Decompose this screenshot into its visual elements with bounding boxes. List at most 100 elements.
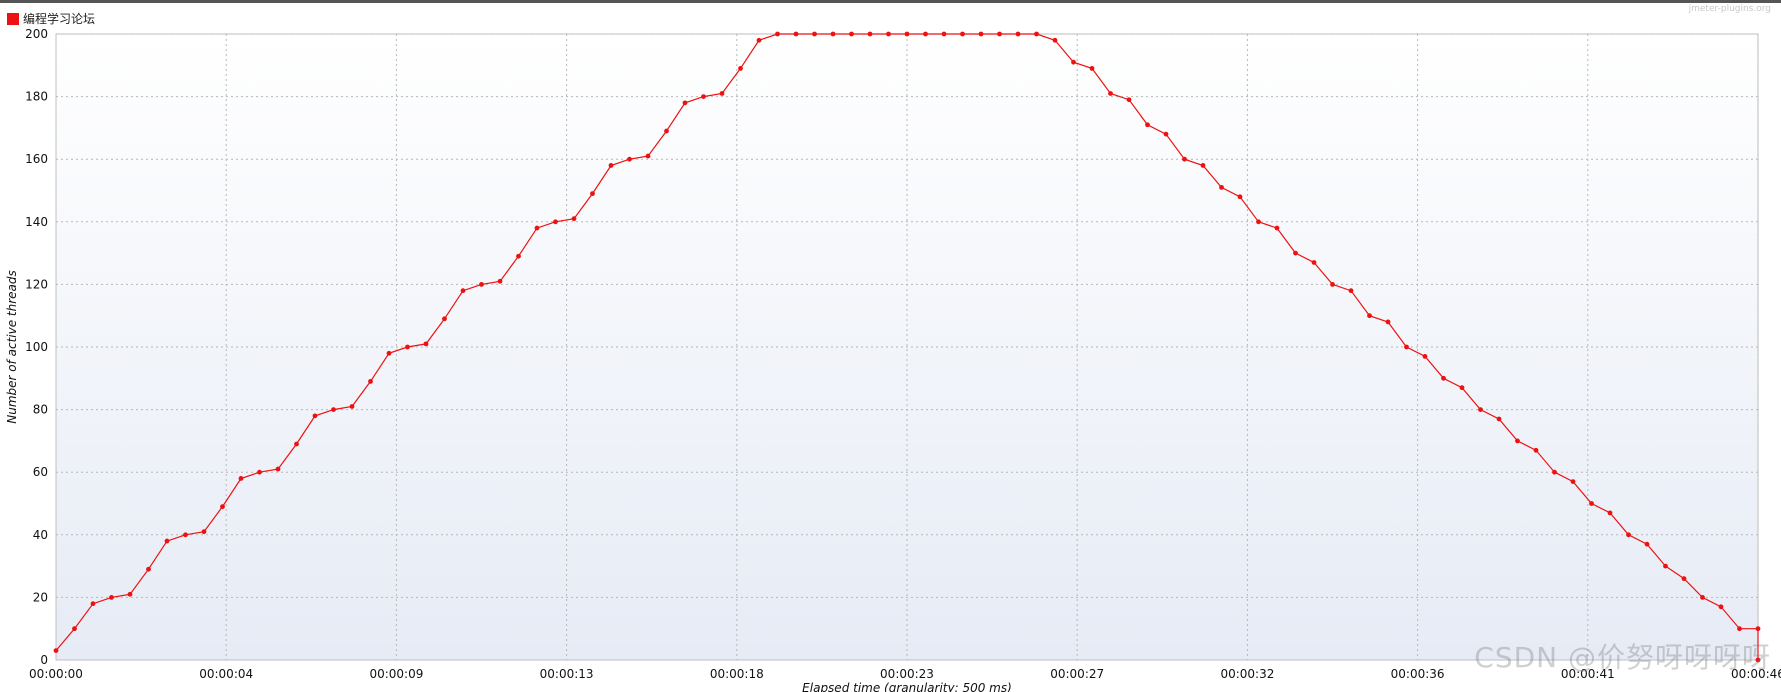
- data-point: [1237, 194, 1243, 200]
- data-point: [127, 591, 133, 597]
- x-tick-label: 00:00:04: [199, 667, 253, 681]
- data-point: [904, 31, 910, 37]
- data-point: [1626, 532, 1631, 538]
- data-point: [1607, 510, 1613, 516]
- data-point: [1552, 469, 1557, 475]
- data-point: [1681, 576, 1687, 582]
- data-point: [386, 350, 392, 356]
- legend-label: 编程学习论坛: [23, 12, 96, 26]
- data-point: [1478, 407, 1483, 412]
- data-point: [1700, 595, 1705, 600]
- data-point: [812, 31, 817, 37]
- data-point: [1459, 385, 1465, 391]
- legend: 编程学习论坛: [7, 10, 95, 27]
- data-point: [53, 648, 59, 654]
- data-point: [978, 31, 984, 37]
- data-point: [405, 344, 410, 350]
- data-point: [442, 316, 447, 322]
- data-point: [1089, 66, 1095, 71]
- data-point: [775, 31, 780, 37]
- data-point: [146, 566, 151, 572]
- data-point: [849, 31, 854, 37]
- y-tick-label: 40: [33, 528, 48, 542]
- y-tick-label: 20: [33, 590, 48, 604]
- data-point: [1515, 438, 1520, 444]
- data-point: [312, 413, 318, 419]
- data-point: [1274, 225, 1280, 231]
- data-point: [1108, 91, 1113, 96]
- data-point: [90, 601, 96, 607]
- data-point: [1256, 219, 1261, 225]
- data-point: [1496, 416, 1502, 422]
- data-point: [1755, 626, 1761, 632]
- data-point: [1663, 563, 1668, 569]
- data-point: [756, 37, 762, 43]
- y-tick-label: 180: [25, 90, 48, 104]
- data-point: [460, 288, 466, 294]
- data-point: [701, 94, 706, 99]
- data-point: [1367, 313, 1372, 319]
- data-point: [516, 253, 521, 259]
- data-point: [275, 466, 281, 472]
- data-point: [349, 404, 355, 409]
- data-point: [1182, 156, 1187, 162]
- data-point: [368, 379, 373, 384]
- data-point: [1330, 282, 1335, 287]
- x-tick-label: 00:00:00: [29, 667, 83, 681]
- data-point: [571, 216, 577, 222]
- data-point: [1441, 375, 1446, 381]
- data-point: [1644, 541, 1650, 547]
- active-threads-chart: 0 20 40 60 80 100 120 140 160 180 200 00:00:00 00:0…: [5, 27, 1781, 692]
- data-point: [1385, 319, 1391, 325]
- x-tick-label: 00:00:23: [880, 667, 934, 681]
- legend-swatch: [7, 12, 19, 25]
- data-point: [1422, 353, 1428, 359]
- data-point: [201, 529, 207, 535]
- jmeter-watermark: jmeter-plugins.org: [1688, 4, 1771, 14]
- y-axis-label: Number of active threads: [5, 270, 19, 424]
- data-point: [1015, 31, 1021, 37]
- y-tick-label: 60: [33, 465, 48, 479]
- data-point: [238, 476, 244, 481]
- data-point: [294, 441, 299, 447]
- x-tick-label: 00:00:13: [540, 667, 594, 681]
- x-tick-label: 00:00:36: [1391, 667, 1445, 681]
- data-point: [183, 532, 188, 538]
- csdn-watermark: CSDN @价努呀呀呀呀: [1474, 641, 1771, 674]
- data-point: [109, 595, 114, 600]
- x-tick-label: 00:00:32: [1220, 667, 1274, 681]
- data-point: [164, 538, 170, 544]
- data-point: [220, 504, 225, 510]
- data-point: [1311, 260, 1317, 265]
- data-point: [1071, 59, 1076, 65]
- data-point: [590, 191, 595, 197]
- data-point: [479, 282, 484, 287]
- data-point: [497, 278, 503, 284]
- data-point: [1145, 122, 1150, 128]
- data-point: [534, 225, 540, 231]
- data-point: [1219, 184, 1224, 190]
- data-point: [553, 219, 558, 225]
- x-tick-label: 00:00:09: [369, 667, 423, 681]
- y-tick-label: 80: [33, 403, 48, 417]
- data-point: [923, 31, 928, 37]
- data-point: [867, 31, 873, 37]
- x-tick-label: 00:00:18: [710, 667, 764, 681]
- data-point: [331, 407, 336, 412]
- data-point: [1126, 97, 1132, 103]
- data-point: [960, 31, 965, 37]
- data-point: [738, 66, 743, 71]
- data-point: [830, 31, 836, 37]
- data-point: [682, 100, 688, 106]
- data-point: [1570, 479, 1576, 484]
- data-point: [1052, 37, 1058, 43]
- data-point: [1293, 250, 1298, 256]
- y-tick-label: 160: [25, 152, 48, 166]
- data-point: [1200, 163, 1206, 168]
- data-point: [1034, 31, 1039, 37]
- data-point: [1533, 447, 1539, 453]
- data-point: [627, 156, 632, 162]
- data-point: [997, 31, 1002, 37]
- data-point: [793, 31, 799, 37]
- data-point: [645, 153, 651, 159]
